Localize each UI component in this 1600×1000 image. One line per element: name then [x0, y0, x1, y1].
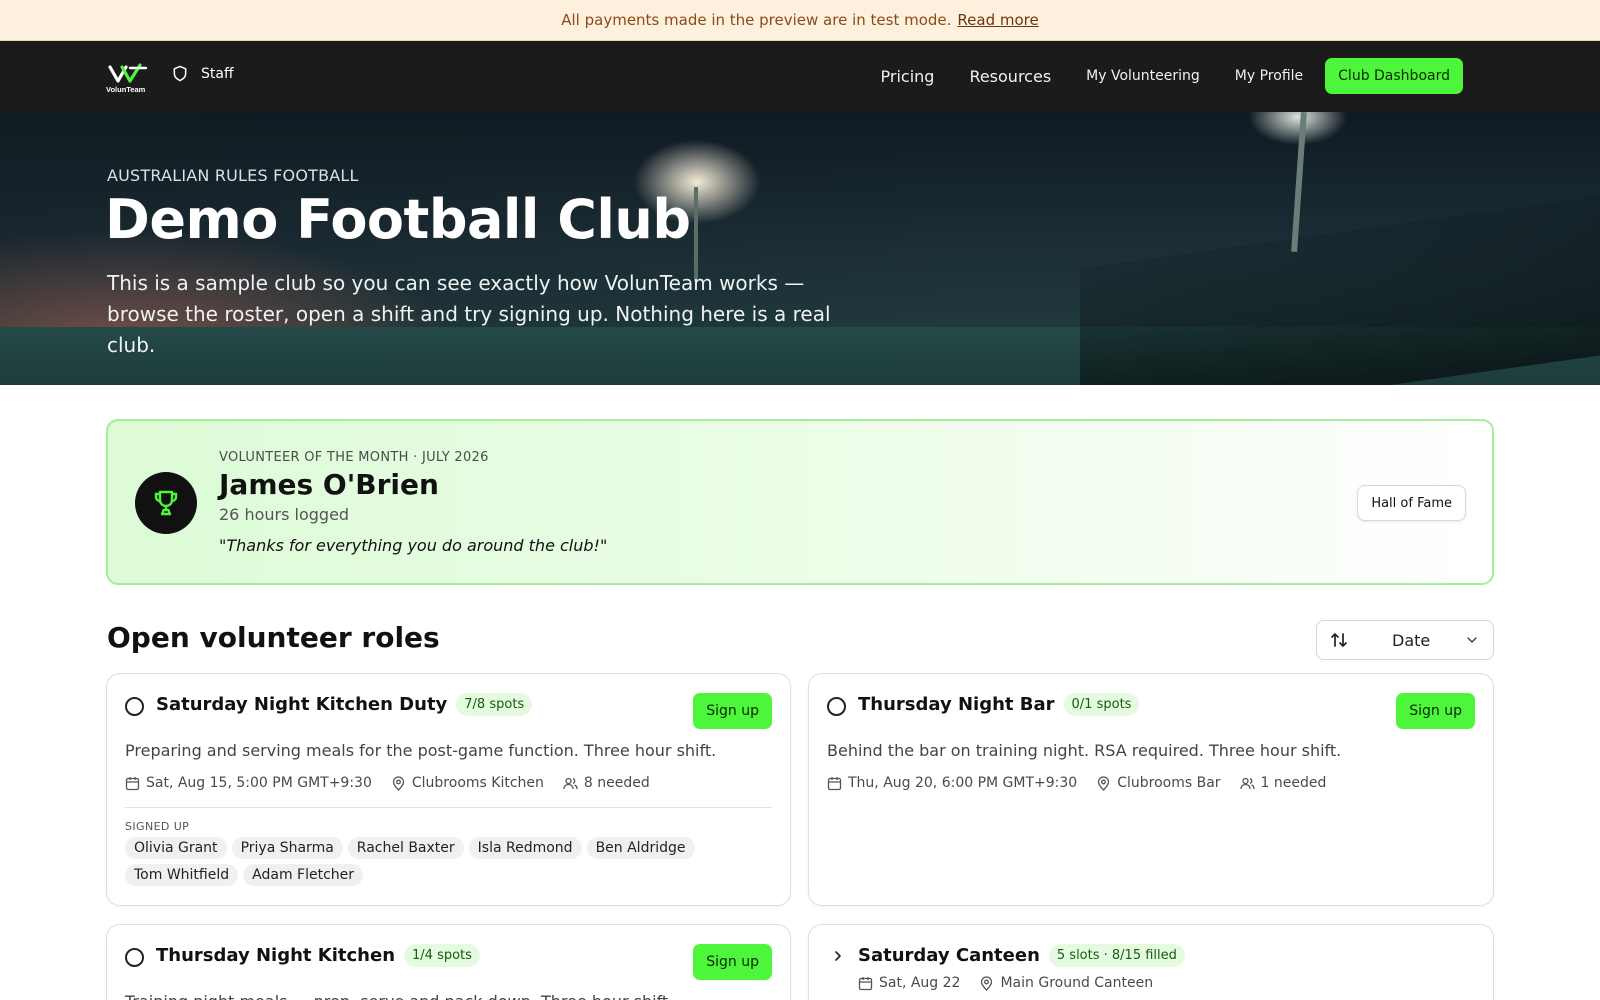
- banner-text: All payments made in the preview are in …: [561, 11, 952, 29]
- volunteam-logo[interactable]: VolunTeam: [106, 61, 154, 95]
- volunteer-chip: Adam Fletcher: [243, 864, 364, 886]
- role-location: Clubrooms Bar: [1096, 775, 1221, 791]
- role-date-text: Thu, Aug 20, 6:00 PM GMT+9:30: [848, 775, 1078, 791]
- vom-eyebrow: VOLUNTEER OF THE MONTH · JULY 2026: [219, 450, 489, 465]
- club-description: This is a sample club so you can see exa…: [107, 271, 831, 357]
- club-hero: AUSTRALIAN RULES FOOTBALL Demo Football …: [0, 112, 1600, 385]
- sign-up-button[interactable]: Sign up: [693, 693, 772, 729]
- users-icon: [563, 777, 578, 789]
- sign-up-button[interactable]: Sign up: [1396, 693, 1475, 729]
- slots-badge: 5 slots · 8/15 filled: [1048, 944, 1185, 967]
- calendar-icon: [858, 976, 873, 990]
- role-title: Saturday Night Kitchen Duty 7/8 spots: [156, 693, 533, 716]
- role-date: Sat, Aug 15, 5:00 PM GMT+9:30: [125, 775, 372, 791]
- role-description: Preparing and serving meals for the post…: [125, 741, 717, 760]
- role-date: Sat, Aug 22: [858, 975, 960, 991]
- vom-name: James O'Brien: [219, 468, 439, 501]
- select-role-radio[interactable]: [827, 697, 846, 716]
- role-card: Thursday Night Kitchen 1/4 spots Sign up …: [106, 924, 791, 1000]
- open-roles-heading: Open volunteer roles: [107, 621, 440, 654]
- role-title: Thursday Night Kitchen 1/4 spots: [156, 944, 480, 967]
- club-title: Demo Football Club: [105, 188, 691, 251]
- trophy-icon: [135, 472, 197, 534]
- role-date-text: Sat, Aug 15, 5:00 PM GMT+9:30: [146, 775, 372, 791]
- role-needed: 8 needed: [563, 775, 650, 791]
- vom-hours: 26 hours logged: [219, 505, 350, 524]
- role-location: Main Ground Canteen: [979, 975, 1153, 991]
- nav-link-my-volunteering[interactable]: My Volunteering: [1086, 68, 1200, 84]
- top-navigation: VolunTeam Staff Pricing Resources My Vol…: [0, 41, 1600, 112]
- role-meta: Thu, Aug 20, 6:00 PM GMT+9:30 Clubrooms …: [827, 775, 1345, 791]
- volunteer-chip: Olivia Grant: [125, 837, 227, 859]
- volunteer-chip: Priya Sharma: [231, 837, 343, 859]
- calendar-icon: [827, 776, 842, 790]
- role-date-text: Sat, Aug 22: [879, 975, 961, 991]
- hall-of-fame-button[interactable]: Hall of Fame: [1357, 485, 1466, 521]
- role-meta: Sat, Aug 22 Main Ground Canteen: [858, 975, 1172, 991]
- role-location-text: Clubrooms Kitchen: [411, 775, 544, 791]
- nav-link-resources[interactable]: Resources: [969, 67, 1051, 86]
- read-more-link[interactable]: Read more: [957, 11, 1038, 29]
- volunteer-chip: Ben Aldridge: [586, 837, 695, 859]
- role-date: Thu, Aug 20, 6:00 PM GMT+9:30: [827, 775, 1077, 791]
- role-meta: Sat, Aug 15, 5:00 PM GMT+9:30 Clubrooms …: [125, 775, 669, 791]
- club-dashboard-button[interactable]: Club Dashboard: [1325, 58, 1463, 94]
- role-group-card[interactable]: Saturday Canteen 5 slots · 8/15 filled Sa…: [808, 924, 1494, 1000]
- chevron-right-icon[interactable]: [831, 949, 845, 963]
- role-title-text: Saturday Canteen: [858, 945, 1040, 966]
- role-title: Thursday Night Bar 0/1 spots: [858, 693, 1140, 716]
- role-description: Behind the bar on training night. RSA re…: [827, 741, 1342, 760]
- role-title-text: Saturday Night Kitchen Duty: [156, 694, 448, 715]
- sign-up-button[interactable]: Sign up: [693, 944, 772, 980]
- role-card: Saturday Night Kitchen Duty 7/8 spots Sig…: [106, 673, 791, 906]
- card-divider: [125, 807, 772, 808]
- chevron-down-icon: [1467, 637, 1477, 643]
- volunteer-chip: Isla Redmond: [468, 837, 582, 859]
- volunteer-of-the-month-card: VOLUNTEER OF THE MONTH · JULY 2026 James…: [106, 419, 1494, 585]
- staff-badge[interactable]: Staff: [172, 65, 234, 82]
- role-needed-text: 8 needed: [583, 775, 650, 791]
- vom-quote: "Thanks for everything you do around the…: [219, 536, 608, 555]
- nav-link-my-profile[interactable]: My Profile: [1235, 68, 1303, 84]
- sort-arrows-icon: [1331, 633, 1347, 647]
- spots-badge: 1/4 spots: [404, 944, 480, 967]
- spots-badge: 7/8 spots: [456, 693, 533, 716]
- role-description: Training night meals — prep, serve and p…: [125, 992, 673, 1000]
- logo-wordmark: VolunTeam: [106, 85, 146, 94]
- signed-up-label: SIGNED UP: [125, 820, 190, 833]
- volunteer-chip: Rachel Baxter: [347, 837, 464, 859]
- map-pin-icon: [1098, 775, 1110, 791]
- nav-link-pricing[interactable]: Pricing: [881, 67, 935, 86]
- sort-value: Date: [1392, 630, 1431, 650]
- calendar-icon: [125, 776, 140, 790]
- role-title-text: Thursday Night Kitchen: [156, 945, 396, 966]
- map-pin-icon: [392, 775, 405, 791]
- role-location-text: Main Ground Canteen: [1000, 975, 1154, 991]
- role-needed-text: 1 needed: [1260, 775, 1327, 791]
- nav-links: Pricing Resources My Volunteering My Pro…: [846, 58, 1463, 94]
- role-title: Saturday Canteen 5 slots · 8/15 filled: [858, 944, 1185, 967]
- role-title-text: Thursday Night Bar: [858, 694, 1055, 715]
- map-pin-icon: [981, 975, 993, 991]
- sort-select[interactable]: Date: [1316, 620, 1494, 660]
- select-role-radio[interactable]: [125, 948, 144, 967]
- users-icon: [1239, 777, 1255, 789]
- signed-up-list: Olivia Grant Priya Sharma Rachel Baxter …: [125, 837, 765, 891]
- role-location: Clubrooms Kitchen: [391, 775, 544, 791]
- staff-label: Staff: [201, 65, 234, 82]
- volunteer-chip: Tom Whitfield: [125, 864, 239, 886]
- select-role-radio[interactable]: [125, 697, 144, 716]
- spots-badge: 0/1 spots: [1063, 693, 1140, 716]
- club-sport-label: AUSTRALIAN RULES FOOTBALL: [107, 166, 359, 185]
- role-card: Thursday Night Bar 0/1 spots Sign up Behi…: [808, 673, 1494, 906]
- role-needed: 1 needed: [1239, 775, 1327, 791]
- shield-icon: [173, 65, 187, 82]
- role-location-text: Clubrooms Bar: [1117, 775, 1221, 791]
- test-mode-banner: All payments made in the preview are in …: [0, 0, 1600, 41]
